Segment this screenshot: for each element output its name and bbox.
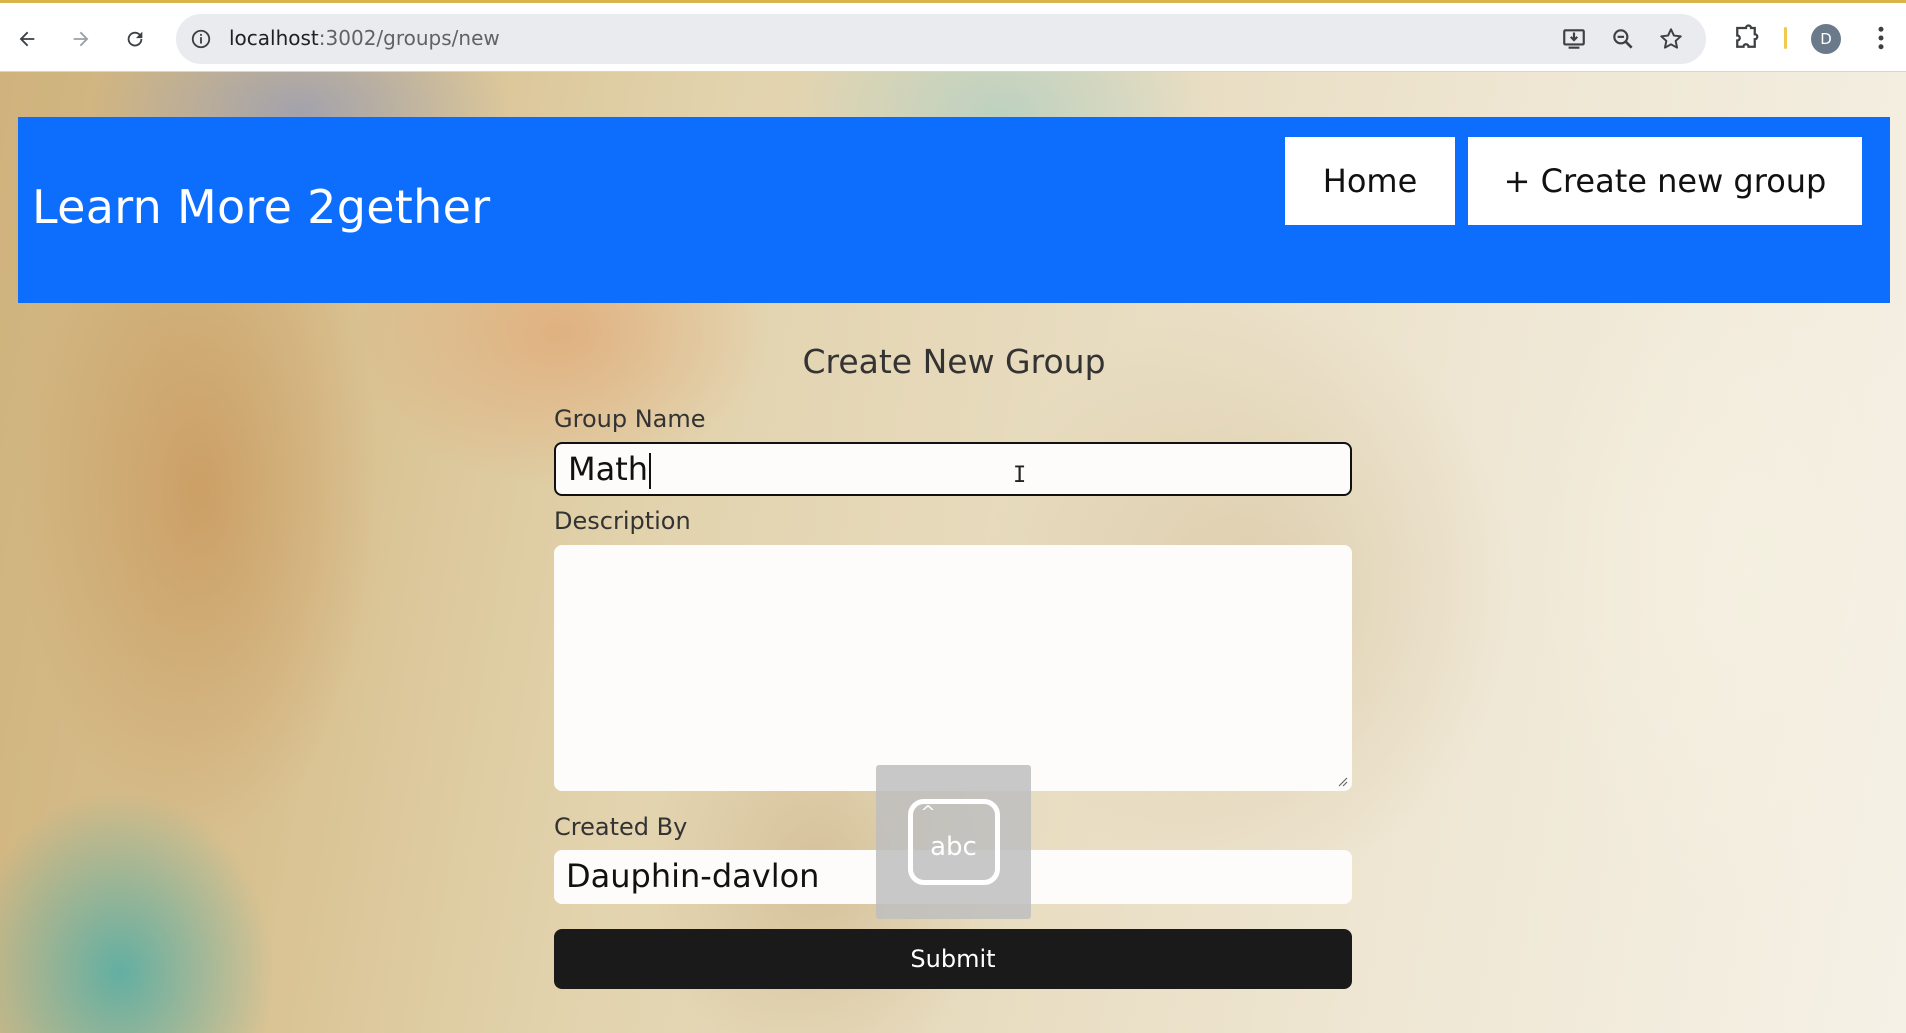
extensions-puzzle-icon[interactable] <box>1731 23 1761 53</box>
group-name-input[interactable]: Math <box>554 442 1352 496</box>
group-name-value: Math <box>568 450 649 488</box>
brand-title[interactable]: Learn More 2gether <box>32 180 490 234</box>
browser-toolbar: localhost:3002/groups/new D <box>0 0 1906 72</box>
created-by-value: Dauphin-davlon <box>566 857 820 895</box>
create-group-button[interactable]: + Create new group <box>1468 137 1862 225</box>
description-textarea[interactable] <box>554 545 1352 791</box>
back-arrow-icon[interactable] <box>9 21 45 57</box>
address-bar[interactable]: localhost:3002/groups/new <box>176 14 1706 64</box>
caret-up-icon: ^ <box>920 802 936 823</box>
ime-indicator: ^ abc <box>876 765 1031 919</box>
zoom-icon[interactable] <box>1610 26 1636 52</box>
more-vert-icon[interactable] <box>1866 23 1896 53</box>
bookmark-star-icon[interactable] <box>1658 26 1684 52</box>
page-background: Learn More 2gether Home + Create new gro… <box>0 72 1906 1033</box>
site-info-icon[interactable] <box>190 28 212 50</box>
home-button[interactable]: Home <box>1285 137 1455 225</box>
site-header: Learn More 2gether Home + Create new gro… <box>18 117 1890 303</box>
keyboard-case-icon: ^ abc <box>907 799 1000 885</box>
created-by-label: Created By <box>554 813 688 841</box>
reload-icon[interactable] <box>117 21 153 57</box>
toolbar-divider <box>1784 27 1787 49</box>
profile-avatar[interactable]: D <box>1811 24 1841 54</box>
submit-button[interactable]: Submit <box>554 929 1352 989</box>
forward-arrow-icon[interactable] <box>63 21 99 57</box>
form-title: Create New Group <box>802 342 1106 381</box>
resize-grip-icon[interactable] <box>1336 775 1348 787</box>
ime-indicator-text: abc <box>930 832 977 862</box>
i-beam-cursor-icon: I <box>1013 463 1027 488</box>
description-label: Description <box>554 507 691 535</box>
group-name-label: Group Name <box>554 405 706 433</box>
url-text: localhost:3002/groups/new <box>229 26 500 50</box>
install-app-icon[interactable] <box>1561 26 1587 52</box>
text-caret <box>649 453 652 489</box>
